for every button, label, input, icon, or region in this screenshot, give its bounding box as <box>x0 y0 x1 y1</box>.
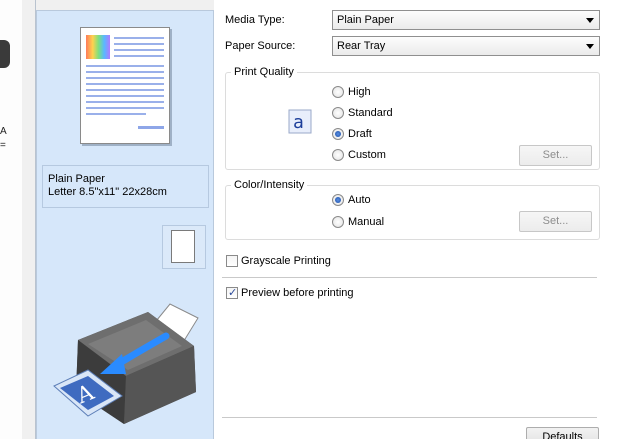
background-text-eq: = <box>0 140 6 151</box>
color-auto-radio[interactable] <box>332 194 344 206</box>
quality-set-button[interactable]: Set... <box>519 145 592 166</box>
quality-high-label[interactable]: High <box>348 85 371 99</box>
media-type-value: Plain Paper <box>337 14 394 26</box>
paper-size-text: Letter 8.5"x11" 22x28cm <box>48 186 167 198</box>
paper-source-label: Paper Source: <box>225 40 296 52</box>
separator <box>222 417 597 418</box>
page-preview-line <box>86 65 164 67</box>
page-preview-line <box>86 107 164 109</box>
quality-custom-label[interactable]: Custom <box>348 148 386 162</box>
separator <box>222 277 597 278</box>
page-preview-line <box>114 49 164 51</box>
color-set-button[interactable]: Set... <box>519 211 592 232</box>
chevron-down-icon <box>586 44 594 49</box>
quality-letter-icon: a <box>288 109 312 134</box>
media-type-label: Media Type: <box>225 14 285 26</box>
quality-standard-label[interactable]: Standard <box>348 106 393 120</box>
quality-standard-radio[interactable] <box>332 107 344 119</box>
page-preview-line <box>86 101 164 103</box>
page-preview-image <box>80 27 170 144</box>
printer-illustration: A <box>53 303 199 424</box>
quality-custom-radio[interactable] <box>332 149 344 161</box>
page-preview-color-block <box>86 35 110 59</box>
preview-before-printing-checkbox[interactable]: ✓ <box>226 287 238 299</box>
media-type-select[interactable]: Plain Paper <box>332 10 600 30</box>
page-preview-line <box>86 83 164 85</box>
color-auto-label[interactable]: Auto <box>348 193 371 207</box>
chevron-down-icon <box>586 18 594 23</box>
preview-before-printing-label[interactable]: Preview before printing <box>241 286 354 300</box>
paper-source-select[interactable]: Rear Tray <box>332 36 600 56</box>
paper-type-text: Plain Paper <box>48 173 105 185</box>
page-preview-line <box>86 89 164 91</box>
page-preview-line <box>114 43 164 45</box>
paper-source-value: Rear Tray <box>337 40 386 52</box>
color-manual-radio[interactable] <box>332 216 344 228</box>
checkmark-icon: ✓ <box>228 287 238 299</box>
defaults-button[interactable]: Defaults <box>526 427 599 439</box>
grayscale-label[interactable]: Grayscale Printing <box>241 254 331 268</box>
color-manual-label[interactable]: Manual <box>348 215 384 229</box>
dialog-frame <box>22 0 36 439</box>
page-preview-line <box>114 55 164 57</box>
page-preview-line <box>114 37 164 39</box>
dialog-top-edge <box>36 0 214 10</box>
page-preview-line <box>86 77 164 79</box>
page-preview-line <box>86 95 164 97</box>
page-preview-signature <box>138 126 164 129</box>
quality-draft-radio[interactable] <box>332 128 344 140</box>
grayscale-checkbox[interactable] <box>226 255 238 267</box>
color-intensity-title: Color/Intensity <box>231 179 308 192</box>
background-text-a: A <box>0 126 7 137</box>
paper-info-box: Plain Paper Letter 8.5"x11" 22x28cm <box>42 165 209 208</box>
quality-high-radio[interactable] <box>332 86 344 98</box>
page-preview-line <box>86 71 164 73</box>
quality-draft-label[interactable]: Draft <box>348 127 372 141</box>
svg-text:a: a <box>293 112 304 133</box>
page-preview-line <box>86 113 146 115</box>
print-quality-title: Print Quality <box>231 66 297 79</box>
background-scroll-knob <box>0 40 10 68</box>
orientation-page-icon <box>171 230 195 263</box>
